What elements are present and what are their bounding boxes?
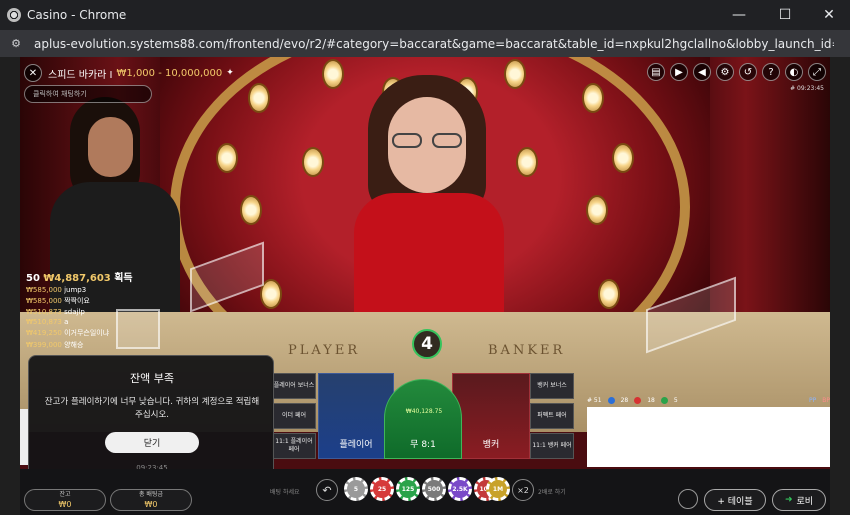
result-number: 4 — [412, 329, 442, 359]
chip-2-5k[interactable]: 2.5K — [448, 477, 472, 501]
winner-row: ₩585,000 jump3 — [26, 286, 87, 294]
close-window-button[interactable]: ✕ — [806, 0, 850, 30]
close-icon[interactable]: ✕ — [24, 64, 42, 82]
lamp-decor — [216, 143, 238, 173]
player-pair-bet[interactable]: 11:1 플레이어 페어 — [272, 433, 316, 459]
round-id: # 09:23:45 — [790, 85, 824, 92]
site-settings-icon[interactable]: ⚙ — [8, 36, 24, 52]
banker-dot-icon — [634, 397, 642, 404]
banker-area-label: BANKER — [488, 343, 566, 358]
perfect-pair-bet[interactable]: 퍼펙트 페어 — [530, 403, 574, 429]
chip-500[interactable]: 500 — [422, 477, 446, 501]
chat-input[interactable]: 클릭하여 채팅하기 — [24, 85, 152, 103]
dialog-title: 잔액 부족 — [130, 372, 174, 385]
chat-toggle-icon[interactable] — [678, 489, 698, 509]
winners-total: 50 ₩4,887,603 획득 — [26, 273, 133, 284]
chip-125[interactable]: 125 — [396, 477, 420, 501]
url-text[interactable]: aplus-evolution.systems88.com/frontend/e… — [34, 37, 834, 51]
dialog-close-button[interactable]: 닫기 — [105, 432, 199, 453]
balance-value: ₩0 — [58, 500, 72, 509]
table-header: ✕ 스피드 바카라 I ₩1,000 - 10,000,000 ✦ — [24, 63, 234, 83]
total-bet-value: ₩0 — [144, 500, 158, 509]
lamp-decor — [586, 195, 608, 225]
player-dot-icon — [607, 397, 615, 404]
banker-bet[interactable]: 뱅커 — [452, 373, 530, 459]
address-bar[interactable]: ⚙ aplus-evolution.systems88.com/frontend… — [0, 30, 850, 57]
help-icon[interactable]: ? — [762, 63, 780, 81]
tie-bet[interactable]: ₩40,128.75 무 8:1 — [384, 379, 462, 459]
player-bonus-bet[interactable]: 플레이어 보너스 — [272, 373, 316, 399]
balance-box: 잔고 ₩0 — [24, 489, 106, 511]
player-area-label: PLAYER — [288, 343, 361, 358]
lamp-decor — [582, 83, 604, 113]
winner-row: ₩419,250 이거무슨일이냐 — [26, 329, 110, 337]
window-title: Casino - Chrome — [27, 8, 127, 22]
lamp-decor — [302, 147, 324, 177]
winner-row: ₩510,873 sdajlp — [26, 308, 85, 316]
layout-icon[interactable]: ◐ — [785, 63, 803, 81]
roadmap-stats: # 51 28 18 5 PP BP — [587, 397, 830, 404]
window-titlebar: Casino - Chrome — ☐ ✕ — [0, 0, 850, 30]
lamp-decor — [598, 279, 620, 309]
either-pair-bet[interactable]: 이더 페어 — [272, 403, 316, 429]
winner-row: ₩399,000 양해승 — [26, 341, 84, 349]
chat-icon[interactable]: ▤ — [647, 63, 665, 81]
history-icon[interactable]: ↺ — [739, 63, 757, 81]
roadmap-left — [20, 409, 28, 465]
video-icon[interactable]: ▶ — [670, 63, 688, 81]
chip-1m[interactable]: 1M — [486, 477, 510, 501]
sparkle-icon: ✦ — [226, 68, 234, 78]
roadmap-grid[interactable] — [587, 407, 830, 467]
game-stage: PLAYER BANKER 4 ✕ 스피드 바카라 I ₩1,000 - 10,… — [20, 57, 830, 515]
total-bet-box: 총 배팅금 ₩0 — [110, 489, 192, 511]
winners-list: 50 ₩4,887,603 획득 ₩585,000 jump3 ₩585,000… — [26, 269, 176, 350]
chip-5[interactable]: 5 — [344, 477, 368, 501]
double-button[interactable]: ×2 — [512, 479, 534, 501]
lamp-decor — [248, 83, 270, 113]
winner-row: ₩585,000 짝짝이요 — [26, 297, 90, 305]
toolbar-right: ▤ ▶ ◀ ⚙ ↺ ? ◐ ⤢ — [647, 63, 826, 81]
fullscreen-icon[interactable]: ⤢ — [808, 63, 826, 81]
banker-bonus-bet[interactable]: 뱅커 보너스 — [530, 373, 574, 399]
dialog-message: 잔고가 플레이하기에 너무 낮습니다. 귀하의 계정으로 적립해 주십시오. — [44, 397, 260, 420]
bet-grid: 플레이어 보너스 이더 페어 11:1 플레이어 페어 플레이어 뱅커 ₩40,… — [272, 373, 574, 459]
chip-25[interactable]: 25 — [370, 477, 394, 501]
tie-dot-icon — [660, 397, 668, 404]
lamp-decor — [612, 143, 634, 173]
table-name: 스피드 바카라 I — [48, 69, 113, 81]
bet-hint: 배팅 하세요 — [270, 489, 300, 496]
double-hint: 2배로 하기 — [538, 489, 566, 496]
insufficient-balance-dialog: 잔액 부족 잔고가 플레이하기에 너무 낮습니다. 귀하의 계정으로 적립해 주… — [28, 355, 274, 483]
lamp-decor — [240, 195, 262, 225]
table-limits[interactable]: ₩1,000 - 10,000,000 — [117, 68, 223, 79]
lobby-arrow-icon: ➜ — [784, 495, 793, 505]
winner-row: ₩510,873 a — [26, 318, 69, 326]
settings-icon[interactable]: ⚙ — [716, 63, 734, 81]
undo-button[interactable]: ↶ — [316, 479, 338, 501]
volume-icon[interactable]: ◀ — [693, 63, 711, 81]
player-bet[interactable]: 플레이어 — [318, 373, 394, 459]
minimize-button[interactable]: — — [716, 0, 762, 30]
lobby-button[interactable]: ➜ 로비 — [772, 489, 826, 511]
add-table-button[interactable]: + 테이블 — [704, 489, 766, 511]
tie-pool-amount: ₩40,128.75 — [405, 408, 443, 415]
banker-pair-bet[interactable]: 11:1 뱅커 페어 — [530, 433, 574, 459]
chrome-logo-icon — [7, 8, 21, 22]
maximize-button[interactable]: ☐ — [762, 0, 808, 30]
